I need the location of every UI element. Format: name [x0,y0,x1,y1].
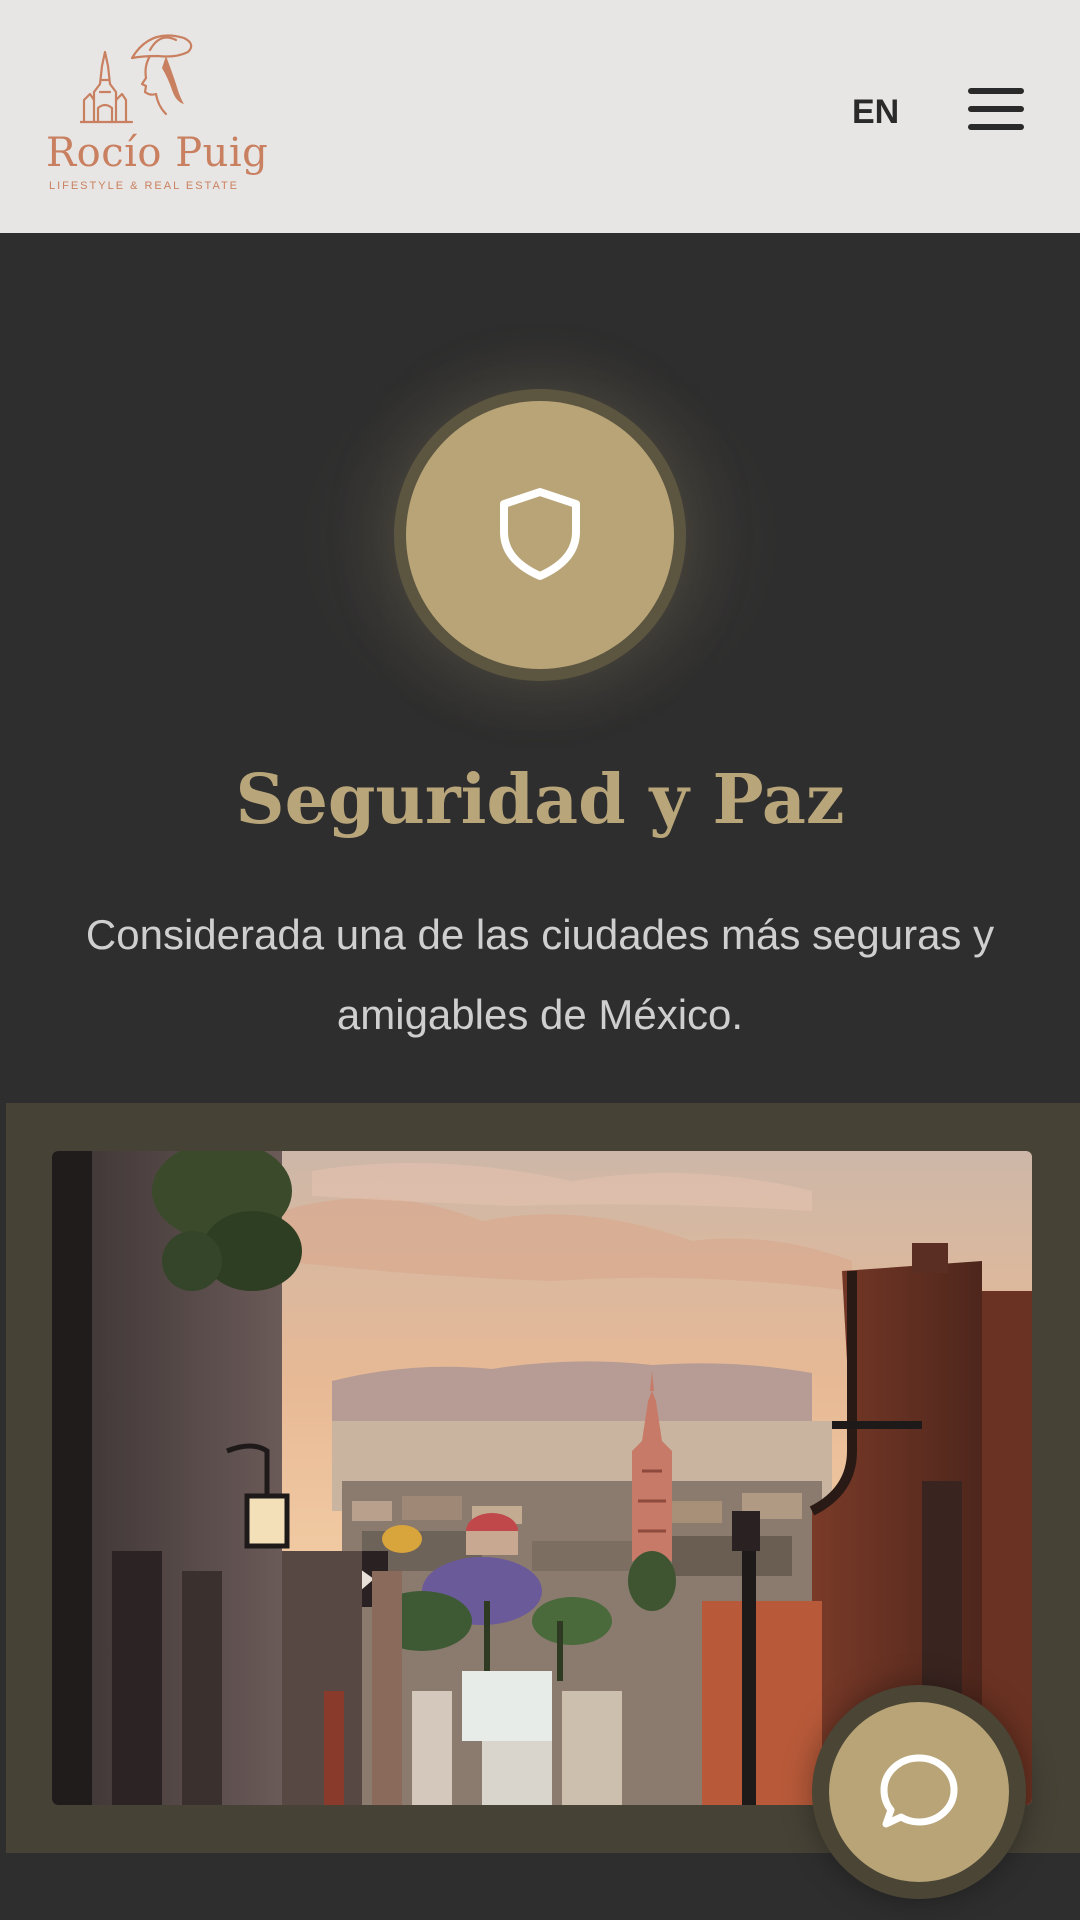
hamburger-menu-icon[interactable] [968,84,1024,134]
shield-icon [500,488,580,580]
logo-illustration [80,34,193,124]
menu-line [968,88,1024,94]
brand-logo[interactable]: Rocío Puig LIFESTYLE & REAL ESTATE [46,22,269,202]
logo-name: Rocío Puig [46,130,269,176]
feature-description: Considerada una de las ciudades más segu… [85,911,995,1038]
site-header: Rocío Puig LIFESTYLE & REAL ESTATE EN [0,0,1080,233]
logo-tagline: LIFESTYLE & REAL ESTATE [48,180,240,192]
menu-line [968,124,1024,130]
language-button[interactable]: EN [852,88,922,136]
menu-line [968,106,1024,112]
feature-title: Seguridad y Paz [235,760,845,840]
chat-bubble-icon[interactable] [878,1752,960,1832]
